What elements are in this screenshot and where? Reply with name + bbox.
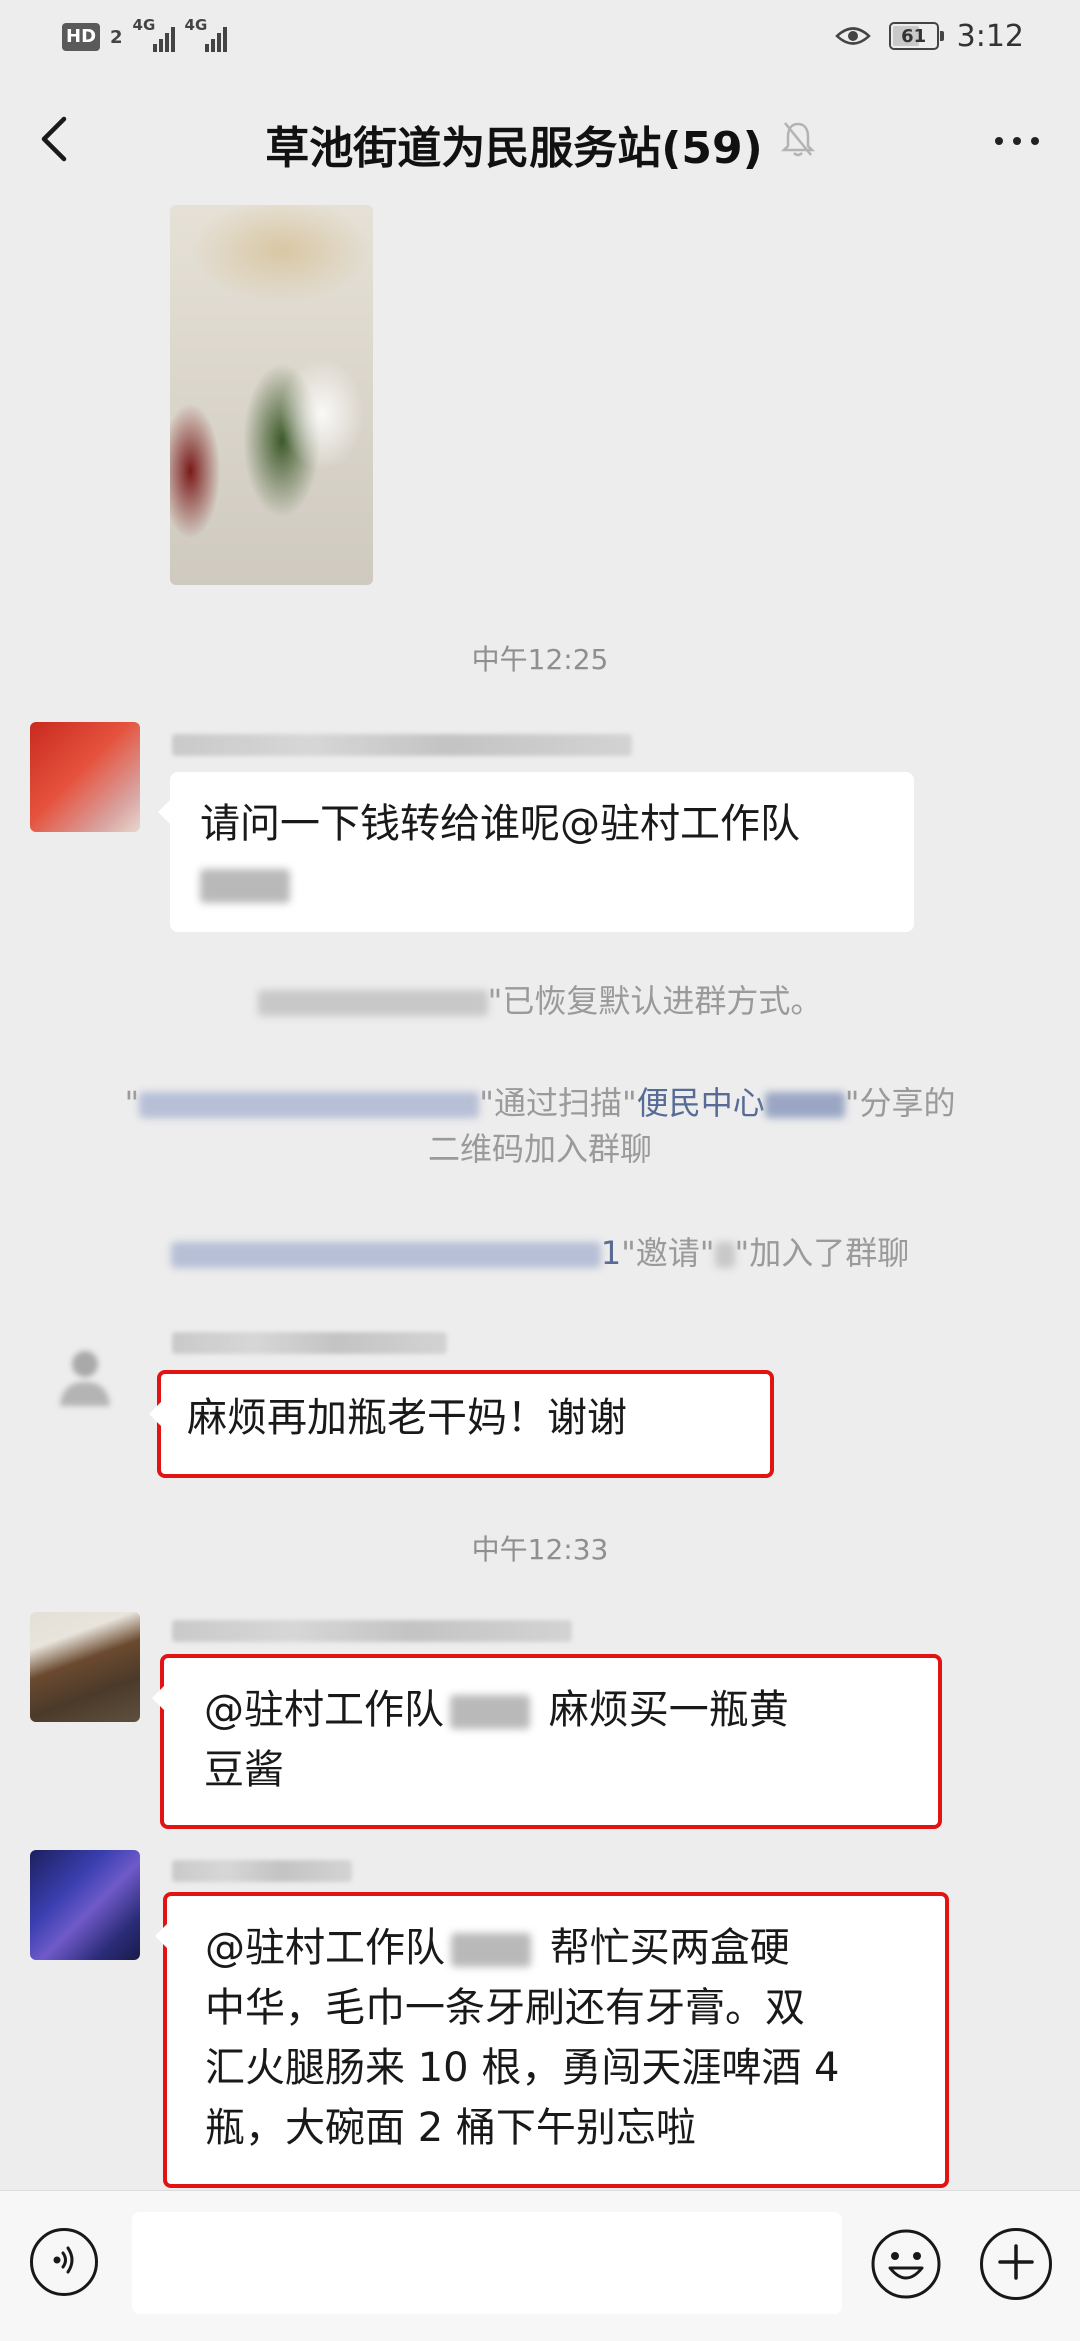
voice-icon <box>46 2242 82 2282</box>
status-left: HD 2 4G 4G <box>62 16 227 54</box>
system-message-text: 二维码加入群聊 <box>427 1130 652 1168</box>
system-message: 1"邀请" "加入了群聊 <box>60 1230 1020 1276</box>
avatar[interactable] <box>30 1322 140 1432</box>
bell-off-icon <box>780 119 815 170</box>
more-horizontal-icon <box>995 137 1039 145</box>
system-message-text: "邀请" <box>621 1234 715 1272</box>
blurred-name <box>257 990 488 1016</box>
timestamp: 中午12:25 <box>471 643 609 676</box>
page-title: 草池街道为民服务站(59) <box>265 123 763 174</box>
blurred-name <box>200 869 290 903</box>
blurred-name <box>139 1092 480 1118</box>
emoji-button[interactable] <box>870 2228 942 2300</box>
avatar[interactable] <box>30 722 140 832</box>
voice-button[interactable] <box>30 2228 98 2296</box>
battery-icon: 61 <box>888 22 944 50</box>
message-bubble[interactable]: @驻村工作队 麻烦买一瓶黄 豆酱 <box>152 1654 942 1829</box>
message-text: 麻烦买一瓶黄 <box>548 1687 789 1733</box>
inviter-link[interactable]: 1 <box>601 1234 621 1272</box>
system-message: "已恢复默认进群方式。 <box>60 978 1020 1024</box>
timestamp: 中午12:33 <box>471 1533 609 1566</box>
system-message-text: "加入了群聊 <box>734 1234 910 1272</box>
network-type-label: 4G <box>132 16 156 34</box>
blurred-name <box>450 1695 530 1729</box>
inviter-link[interactable]: 便民中心 <box>637 1084 765 1122</box>
message-text: 中华，毛巾一条牙刷还有牙膏。双 <box>205 1985 805 2031</box>
eye-icon <box>834 25 871 47</box>
system-message-text: "已恢复默认进群方式。 <box>487 982 823 1020</box>
system-message-text: "通过扫描" <box>479 1084 637 1122</box>
status-bar: HD 2 4G 4G 61 3:12 <box>0 0 1080 72</box>
message-bubble[interactable]: 请问一下钱转给谁呢@驻村工作队 <box>158 772 914 932</box>
message-input[interactable] <box>132 2212 842 2314</box>
more-button[interactable] <box>982 115 1052 167</box>
avatar[interactable] <box>30 1612 140 1722</box>
blurred-name <box>170 1242 601 1268</box>
status-right: 61 3:12 <box>834 14 1024 58</box>
message-text: @驻村工作队 <box>205 1925 445 1971</box>
message-text: 帮忙买两盒硬 <box>549 1925 790 1971</box>
shared-photo[interactable] <box>170 205 373 585</box>
clock: 3:12 <box>956 18 1024 54</box>
hd-sim-number: 2 <box>110 26 123 48</box>
blurred-name <box>714 1242 735 1268</box>
battery-level: 61 <box>901 25 927 47</box>
avatar[interactable] <box>30 1850 140 1960</box>
sender-name <box>172 1332 447 1354</box>
emoji-icon <box>870 2229 942 2304</box>
signal-icon: 4G <box>185 16 227 52</box>
message-bubble[interactable]: @驻村工作队 帮忙买两盒硬 中华，毛巾一条牙刷还有牙膏。双 汇火腿肠来 10 根… <box>155 1892 949 2188</box>
system-message-text: "分享的 <box>844 1084 956 1122</box>
network-type-label: 4G <box>184 16 208 34</box>
system-message: " "通过扫描"便民中心 "分享的 二维码加入群聊 <box>60 1080 1020 1172</box>
sender-name <box>172 1860 352 1882</box>
message-text: 豆酱 <box>204 1747 284 1793</box>
chat-title-area: 草池街道为民服务站(59) <box>0 112 1080 176</box>
message-text: 瓶，大碗面 2 桶下午别忘啦 <box>205 2105 696 2151</box>
sender-name <box>172 734 632 756</box>
plus-button[interactable] <box>980 2228 1052 2300</box>
message-text: 请问一下钱转给谁呢@驻村工作队 <box>200 801 800 847</box>
sender-name <box>172 1620 572 1642</box>
message-bubble[interactable]: 麻烦再加瓶老干妈！谢谢 <box>149 1370 774 1478</box>
hd-badge: HD <box>62 23 101 51</box>
quote-mark: " <box>124 1084 140 1122</box>
blurred-name <box>764 1092 845 1118</box>
message-text: 汇火腿肠来 10 根，勇闯天涯啤酒 4 <box>205 2045 840 2091</box>
signal-icon: 4G <box>133 16 175 52</box>
message-text: 麻烦再加瓶老干妈！谢谢 <box>187 1395 627 1441</box>
plus-circle-icon <box>996 2242 1036 2286</box>
blurred-name <box>451 1933 531 1967</box>
message-text: @驻村工作队 <box>204 1687 444 1733</box>
